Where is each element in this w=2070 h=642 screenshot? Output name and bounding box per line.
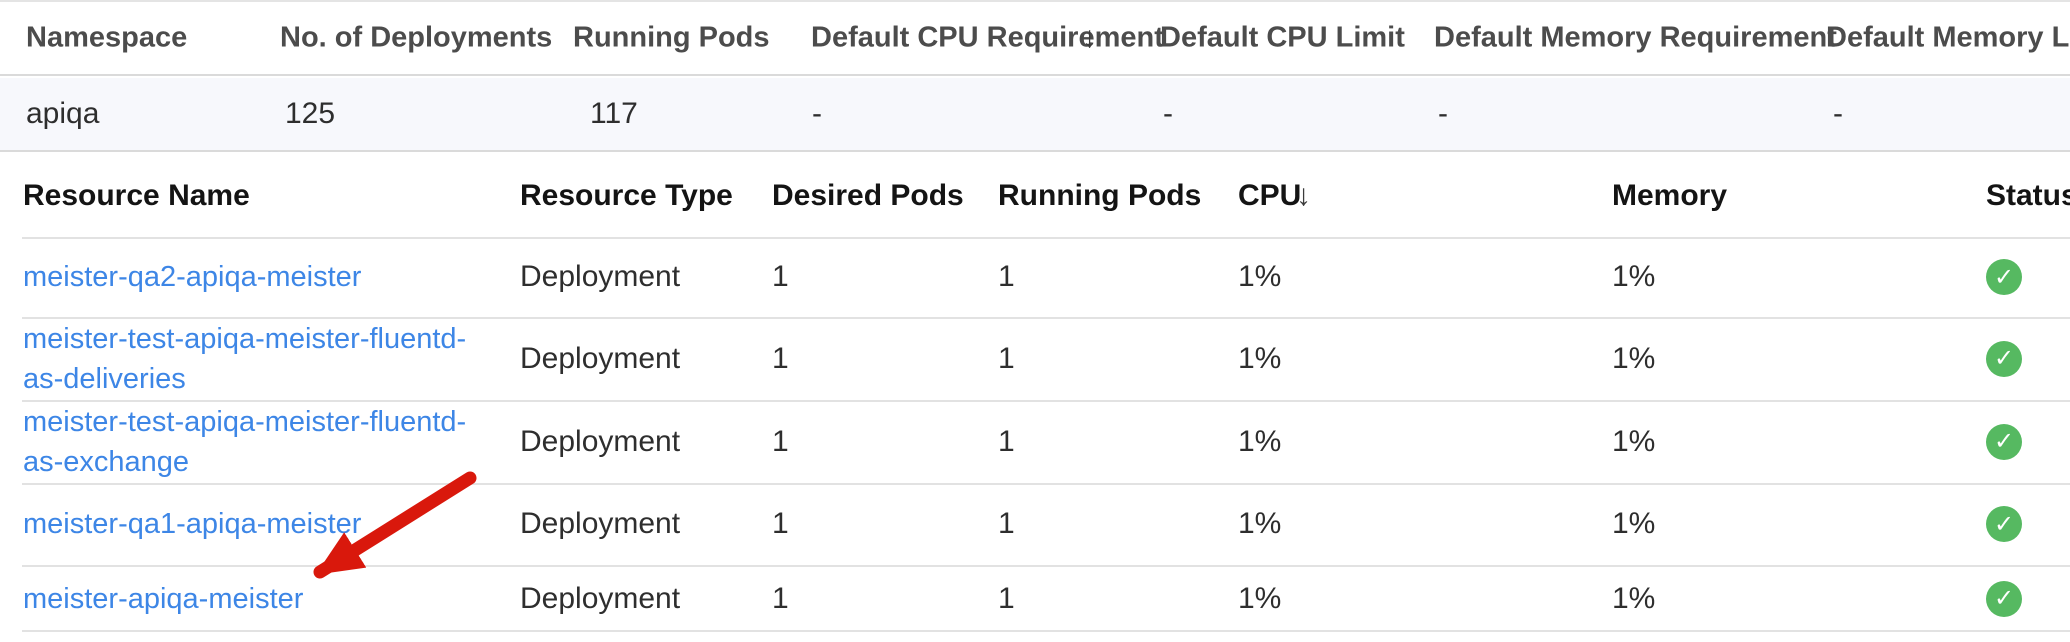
- running-pods: 1: [998, 342, 1015, 376]
- resource-table-header-row: Resource Name Resource Type Desired Pods…: [0, 154, 2070, 237]
- sort-descending-icon[interactable]: ↓: [1296, 179, 1311, 213]
- running-pods: 1: [998, 507, 1015, 541]
- cpu-percent: 1%: [1238, 582, 1281, 616]
- status-healthy-icon: ✓: [1986, 341, 2022, 377]
- row-divider: [22, 565, 2070, 567]
- column-header-running-pods[interactable]: Running Pods: [573, 22, 770, 55]
- table-row: meister-apiqa-meister Deployment 1 1 1% …: [0, 565, 2070, 632]
- row-divider: [22, 237, 2070, 239]
- namespace-row-apiqa[interactable]: apiqa 125 117 - - - -: [0, 78, 2070, 152]
- column-header-status[interactable]: Status: [1986, 179, 2070, 213]
- resource-table-body: meister-qa2-apiqa-meister Deployment 1 1…: [0, 237, 2070, 632]
- status-healthy-icon: ✓: [1986, 581, 2022, 617]
- default-cpu-limit: -: [1163, 97, 1173, 131]
- resource-type: Deployment: [520, 342, 680, 376]
- resource-link-meister-test-apiqa-meister-fluentd-as-deliveries[interactable]: meister-test-apiqa-meister-fluentd-as-de…: [23, 319, 505, 399]
- memory-percent: 1%: [1612, 260, 1655, 294]
- memory-percent: 1%: [1612, 425, 1655, 459]
- namespace-name: apiqa: [26, 97, 99, 131]
- namespace-table-header-row: Namespace No. of Deployments Running Pod…: [0, 0, 2070, 76]
- column-header-namespace[interactable]: Namespace: [26, 22, 187, 55]
- desired-pods: 1: [772, 425, 789, 459]
- default-memory-limit: -: [1833, 97, 1843, 131]
- column-header-resource-name[interactable]: Resource Name: [23, 176, 505, 216]
- resource-type: Deployment: [520, 582, 680, 616]
- resource-link-meister-apiqa-meister[interactable]: meister-apiqa-meister: [23, 579, 505, 619]
- status-healthy-icon: ✓: [1986, 424, 2022, 460]
- resource-link-meister-qa2-apiqa-meister[interactable]: meister-qa2-apiqa-meister: [23, 257, 505, 297]
- resource-link-meister-qa1-apiqa-meister[interactable]: meister-qa1-apiqa-meister: [23, 504, 505, 544]
- cpu-percent: 1%: [1238, 507, 1281, 541]
- table-row: meister-qa2-apiqa-meister Deployment 1 1…: [0, 237, 2070, 317]
- row-divider: [22, 483, 2070, 485]
- running-pods: 1: [998, 425, 1015, 459]
- status-healthy-icon: ✓: [1986, 506, 2022, 542]
- memory-percent: 1%: [1612, 342, 1655, 376]
- table-row: meister-test-apiqa-meister-fluentd-as-de…: [0, 317, 2070, 400]
- cpu-percent: 1%: [1238, 425, 1281, 459]
- column-header-default-memory-requirement[interactable]: Default Memory Requirement: [1434, 22, 1837, 55]
- cpu-percent: 1%: [1238, 342, 1281, 376]
- table-row: meister-qa1-apiqa-meister Deployment 1 1…: [0, 483, 2070, 565]
- column-header-cpu[interactable]: CPU: [1238, 179, 1301, 213]
- desired-pods: 1: [772, 507, 789, 541]
- default-memory-requirement: -: [1438, 97, 1448, 131]
- column-header-memory[interactable]: Memory: [1612, 179, 1727, 213]
- column-header-no-of-deployments[interactable]: No. of Deployments: [280, 22, 552, 55]
- status-healthy-icon: ✓: [1986, 259, 2022, 295]
- column-header-default-cpu-limit[interactable]: Default CPU Limit: [1160, 22, 1405, 55]
- resource-link-meister-test-apiqa-meister-fluentd-as-exchange[interactable]: meister-test-apiqa-meister-fluentd-as-ex…: [23, 402, 505, 482]
- column-header-default-memory-limit[interactable]: Default Memory Limit: [1826, 22, 2070, 55]
- desired-pods: 1: [772, 260, 789, 294]
- running-pods-count: 117: [590, 97, 638, 131]
- deployments-count: 125: [285, 97, 335, 131]
- desired-pods: 1: [772, 582, 789, 616]
- memory-percent: 1%: [1612, 507, 1655, 541]
- column-header-resource-type[interactable]: Resource Type: [520, 179, 733, 213]
- namespace-dashboard: Namespace No. of Deployments Running Pod…: [0, 0, 2070, 642]
- column-header-running-pods[interactable]: Running Pods: [998, 179, 1201, 213]
- resource-type: Deployment: [520, 425, 680, 459]
- default-cpu-requirement: -: [812, 97, 822, 131]
- sort-descending-icon[interactable]: ↓: [1082, 21, 1097, 55]
- table-row: meister-test-apiqa-meister-fluentd-as-ex…: [0, 400, 2070, 483]
- resource-type: Deployment: [520, 507, 680, 541]
- cpu-percent: 1%: [1238, 260, 1281, 294]
- running-pods: 1: [998, 260, 1015, 294]
- column-header-default-cpu-requirement[interactable]: Default CPU Requirement: [811, 22, 1164, 55]
- memory-percent: 1%: [1612, 582, 1655, 616]
- resource-type: Deployment: [520, 260, 680, 294]
- desired-pods: 1: [772, 342, 789, 376]
- running-pods: 1: [998, 582, 1015, 616]
- column-header-desired-pods[interactable]: Desired Pods: [772, 179, 964, 213]
